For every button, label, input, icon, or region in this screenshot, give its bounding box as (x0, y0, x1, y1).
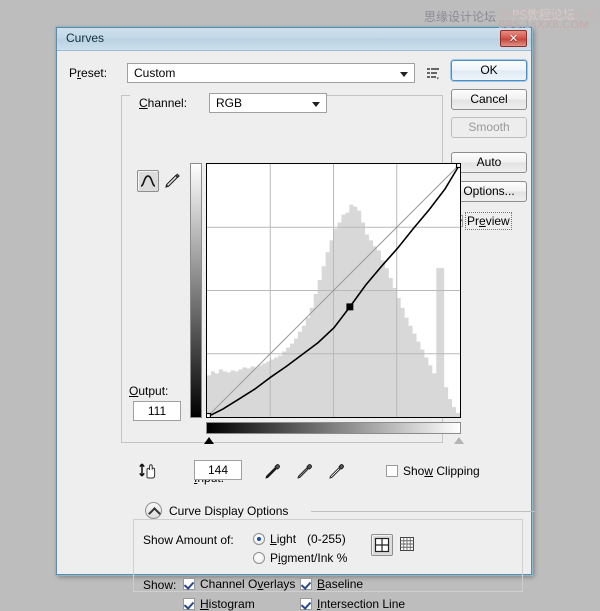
cancel-button[interactable]: Cancel (451, 89, 527, 110)
intersection-line-checkbox[interactable]: Intersection Line (300, 597, 405, 611)
radio-pigment-label: Pigment/Ink % (270, 551, 348, 565)
intersection-line-label: Intersection Line (317, 597, 406, 611)
page-title: Curves (66, 31, 105, 45)
radio-light[interactable]: Light (0-255) (253, 532, 346, 546)
output-input[interactable]: 111 (133, 401, 181, 421)
output-label: Output: (129, 384, 169, 398)
radio-pigment-button[interactable] (253, 552, 265, 564)
channel-overlays-checkbox[interactable]: Channel Overlays (183, 577, 295, 591)
chevron-down-icon (400, 72, 408, 77)
light-range-label: (0-255) (307, 532, 346, 546)
preset-options-icon[interactable] (425, 65, 441, 81)
show-clipping-checkbox[interactable]: Show Clipping (386, 464, 480, 478)
collapse-toggle-button[interactable] (145, 502, 162, 520)
curve-plot-svg[interactable] (207, 164, 460, 417)
chevron-up-icon (148, 507, 161, 520)
watermark-url: WWW.PSJIAOCHENG.COM (500, 9, 600, 21)
set-white-point-eyedropper-icon[interactable] (327, 461, 347, 481)
preview-label: Preview (465, 212, 512, 230)
curve-plot-area[interactable] (206, 163, 461, 418)
histogram-label: Histogram (200, 597, 255, 611)
pencil-draw-tool-icon[interactable] (162, 171, 184, 193)
options-button[interactable]: Options... (451, 181, 527, 202)
close-icon[interactable]: ✕ (500, 30, 527, 47)
channel-overlays-label: Channel Overlays (200, 577, 296, 591)
show-label: Show: (143, 578, 177, 592)
section-divider (311, 511, 535, 512)
watermark-chinese: 思缘设计论坛 (424, 10, 497, 24)
baseline-checkbox[interactable]: Baseline (300, 577, 363, 591)
preset-label: Preset: (69, 66, 108, 80)
channel-overlays-checkbox-box[interactable] (183, 578, 195, 590)
show-amount-label: Show Amount of: (143, 533, 234, 547)
channel-select[interactable]: RGB (209, 93, 327, 113)
baseline-checkbox-box[interactable] (300, 578, 312, 590)
watermark-ps-forum: PS教程论坛 (512, 8, 575, 22)
radio-light-label: Light (270, 532, 297, 546)
show-clipping-checkbox-box[interactable] (386, 465, 398, 477)
curve-edit-tool-icon[interactable] (137, 170, 159, 192)
white-point-slider[interactable] (454, 437, 464, 444)
input-gradient-bar (206, 422, 461, 434)
curves-dialog: Curves ✕ Preset: Custom OK Cancel Smooth (56, 27, 535, 611)
auto-button[interactable]: Auto (451, 152, 527, 173)
set-black-point-eyedropper-icon[interactable] (263, 461, 283, 481)
output-gradient-bar (190, 163, 202, 418)
input-input[interactable]: 144 (194, 460, 242, 480)
show-clipping-label: Show Clipping (403, 464, 480, 478)
histogram-checkbox[interactable]: Histogram (183, 597, 255, 611)
dialog-titlebar[interactable]: Curves ✕ (57, 28, 531, 51)
simple-grid-button[interactable] (371, 534, 393, 556)
preset-value: Custom (134, 66, 176, 80)
ok-button[interactable]: OK (451, 60, 527, 81)
baseline-label: Baseline (317, 577, 364, 591)
smooth-button: Smooth (451, 117, 527, 138)
channel-value: RGB (216, 96, 243, 110)
black-point-slider[interactable] (204, 437, 214, 444)
set-gray-point-eyedropper-icon[interactable] (295, 461, 315, 481)
radio-pigment[interactable]: Pigment/Ink % (253, 551, 347, 565)
channel-label: Channel: (139, 96, 188, 110)
radio-light-button[interactable] (253, 533, 265, 545)
preset-select[interactable]: Custom (127, 63, 415, 83)
on-image-adjust-tool-icon[interactable] (137, 459, 161, 483)
dialog-body: Preset: Custom OK Cancel Smooth Auto Opt… (57, 51, 535, 611)
curve-display-options-title: Curve Display Options (169, 504, 289, 518)
chevron-down-icon (312, 102, 320, 107)
fine-grid-button[interactable] (397, 534, 419, 556)
